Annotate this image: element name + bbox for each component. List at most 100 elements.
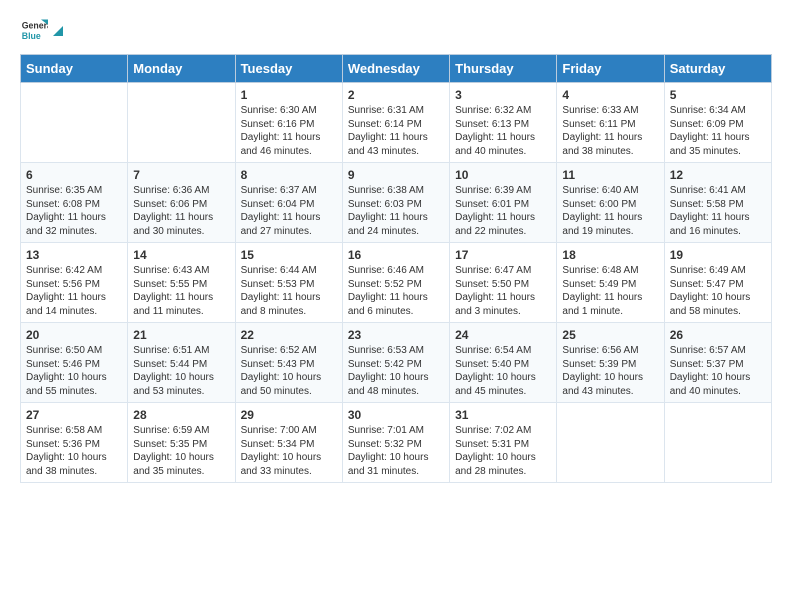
day-cell: 11 Sunrise: 6:40 AMSunset: 6:00 PMDayligh…	[557, 163, 664, 243]
day-info: Sunrise: 7:01 AMSunset: 5:32 PMDaylight:…	[348, 424, 444, 478]
day-cell: 1 Sunrise: 6:30 AMSunset: 6:16 PMDaylight…	[235, 83, 342, 163]
day-info: Sunrise: 6:54 AMSunset: 5:40 PMDaylight:…	[455, 344, 551, 398]
day-info: Sunrise: 6:33 AMSunset: 6:11 PMDaylight:…	[562, 104, 658, 158]
header: General Blue	[20, 16, 772, 44]
day-cell: 4 Sunrise: 6:33 AMSunset: 6:11 PMDaylight…	[557, 83, 664, 163]
day-number: 14	[133, 248, 229, 262]
day-number: 24	[455, 328, 551, 342]
day-cell: 17Sunrise: 6:47 AMSunset: 5:50 PMDayligh…	[450, 243, 557, 323]
day-number: 12	[670, 168, 766, 182]
day-cell: 6 Sunrise: 6:35 AMSunset: 6:08 PMDaylight…	[21, 163, 128, 243]
weekday-header-monday: Monday	[128, 55, 235, 83]
day-number: 6	[26, 168, 122, 182]
weekday-header-wednesday: Wednesday	[342, 55, 449, 83]
day-info: Sunrise: 6:40 AMSunset: 6:00 PMDaylight:…	[562, 184, 658, 238]
day-info: Sunrise: 6:34 AMSunset: 6:09 PMDaylight:…	[670, 104, 766, 158]
day-info: Sunrise: 7:00 AMSunset: 5:34 PMDaylight:…	[241, 424, 337, 478]
day-cell: 12 Sunrise: 6:41 AMSunset: 5:58 PMDayligh…	[664, 163, 771, 243]
day-info: Sunrise: 6:48 AMSunset: 5:49 PMDaylight:…	[562, 264, 658, 318]
day-cell: 7Sunrise: 6:36 AMSunset: 6:06 PMDaylight…	[128, 163, 235, 243]
day-number: 3	[455, 88, 551, 102]
day-cell: 22Sunrise: 6:52 AMSunset: 5:43 PMDayligh…	[235, 323, 342, 403]
day-cell: 10 Sunrise: 6:39 AMSunset: 6:01 PMDayligh…	[450, 163, 557, 243]
day-cell: 20Sunrise: 6:50 AMSunset: 5:46 PMDayligh…	[21, 323, 128, 403]
day-number: 22	[241, 328, 337, 342]
day-info: Sunrise: 7:02 AMSunset: 5:31 PMDaylight:…	[455, 424, 551, 478]
day-cell	[128, 83, 235, 163]
day-number: 29	[241, 408, 337, 422]
day-number: 16	[348, 248, 444, 262]
day-cell: 13 Sunrise: 6:42 AMSunset: 5:56 PMDayligh…	[21, 243, 128, 323]
day-info: Sunrise: 6:53 AMSunset: 5:42 PMDaylight:…	[348, 344, 444, 398]
day-info: Sunrise: 6:41 AMSunset: 5:58 PMDaylight:…	[670, 184, 766, 238]
day-info: Sunrise: 6:31 AMSunset: 6:14 PMDaylight:…	[348, 104, 444, 158]
day-cell: 21 Sunrise: 6:51 AMSunset: 5:44 PMDayligh…	[128, 323, 235, 403]
day-cell: 8Sunrise: 6:37 AMSunset: 6:04 PMDaylight…	[235, 163, 342, 243]
day-cell: 9 Sunrise: 6:38 AMSunset: 6:03 PMDaylight…	[342, 163, 449, 243]
day-info: Sunrise: 6:35 AMSunset: 6:08 PMDaylight:…	[26, 184, 122, 238]
day-info: Sunrise: 6:37 AMSunset: 6:04 PMDaylight:…	[241, 184, 337, 238]
day-info: Sunrise: 6:51 AMSunset: 5:44 PMDaylight:…	[133, 344, 229, 398]
day-cell: 18 Sunrise: 6:48 AMSunset: 5:49 PMDayligh…	[557, 243, 664, 323]
day-cell: 25 Sunrise: 6:56 AMSunset: 5:39 PMDayligh…	[557, 323, 664, 403]
day-cell	[664, 403, 771, 483]
week-row-1: 1 Sunrise: 6:30 AMSunset: 6:16 PMDaylight…	[21, 83, 772, 163]
weekday-header-saturday: Saturday	[664, 55, 771, 83]
day-number: 11	[562, 168, 658, 182]
weekday-header-row: SundayMondayTuesdayWednesdayThursdayFrid…	[21, 55, 772, 83]
day-cell: 16Sunrise: 6:46 AMSunset: 5:52 PMDayligh…	[342, 243, 449, 323]
day-number: 19	[670, 248, 766, 262]
logo: General Blue	[20, 16, 65, 44]
weekday-header-sunday: Sunday	[21, 55, 128, 83]
week-row-5: 27 Sunrise: 6:58 AMSunset: 5:36 PMDayligh…	[21, 403, 772, 483]
day-number: 28	[133, 408, 229, 422]
day-info: Sunrise: 6:57 AMSunset: 5:37 PMDaylight:…	[670, 344, 766, 398]
day-info: Sunrise: 6:58 AMSunset: 5:36 PMDaylight:…	[26, 424, 122, 478]
day-info: Sunrise: 6:44 AMSunset: 5:53 PMDaylight:…	[241, 264, 337, 318]
day-number: 23	[348, 328, 444, 342]
weekday-header-thursday: Thursday	[450, 55, 557, 83]
day-number: 26	[670, 328, 766, 342]
day-info: Sunrise: 6:49 AMSunset: 5:47 PMDaylight:…	[670, 264, 766, 318]
day-number: 13	[26, 248, 122, 262]
day-cell: 5 Sunrise: 6:34 AMSunset: 6:09 PMDaylight…	[664, 83, 771, 163]
day-number: 25	[562, 328, 658, 342]
day-info: Sunrise: 6:43 AMSunset: 5:55 PMDaylight:…	[133, 264, 229, 318]
week-row-3: 13 Sunrise: 6:42 AMSunset: 5:56 PMDayligh…	[21, 243, 772, 323]
day-number: 18	[562, 248, 658, 262]
day-cell: 2 Sunrise: 6:31 AMSunset: 6:14 PMDaylight…	[342, 83, 449, 163]
day-cell: 3 Sunrise: 6:32 AMSunset: 6:13 PMDaylight…	[450, 83, 557, 163]
week-row-4: 20Sunrise: 6:50 AMSunset: 5:46 PMDayligh…	[21, 323, 772, 403]
day-info: Sunrise: 6:32 AMSunset: 6:13 PMDaylight:…	[455, 104, 551, 158]
logo-triangle-icon	[51, 24, 65, 38]
day-number: 5	[670, 88, 766, 102]
day-info: Sunrise: 6:36 AMSunset: 6:06 PMDaylight:…	[133, 184, 229, 238]
day-number: 10	[455, 168, 551, 182]
logo-icon: General Blue	[20, 16, 48, 44]
day-cell: 30Sunrise: 7:01 AMSunset: 5:32 PMDayligh…	[342, 403, 449, 483]
day-number: 31	[455, 408, 551, 422]
day-number: 2	[348, 88, 444, 102]
day-cell: 28 Sunrise: 6:59 AMSunset: 5:35 PMDayligh…	[128, 403, 235, 483]
day-info: Sunrise: 6:39 AMSunset: 6:01 PMDaylight:…	[455, 184, 551, 238]
day-number: 17	[455, 248, 551, 262]
day-number: 21	[133, 328, 229, 342]
day-info: Sunrise: 6:38 AMSunset: 6:03 PMDaylight:…	[348, 184, 444, 238]
day-number: 9	[348, 168, 444, 182]
day-info: Sunrise: 6:56 AMSunset: 5:39 PMDaylight:…	[562, 344, 658, 398]
day-cell: 31 Sunrise: 7:02 AMSunset: 5:31 PMDayligh…	[450, 403, 557, 483]
svg-text:Blue: Blue	[22, 31, 41, 41]
day-info: Sunrise: 6:50 AMSunset: 5:46 PMDaylight:…	[26, 344, 122, 398]
day-number: 1	[241, 88, 337, 102]
day-info: Sunrise: 6:42 AMSunset: 5:56 PMDaylight:…	[26, 264, 122, 318]
day-info: Sunrise: 6:59 AMSunset: 5:35 PMDaylight:…	[133, 424, 229, 478]
day-cell: 24 Sunrise: 6:54 AMSunset: 5:40 PMDayligh…	[450, 323, 557, 403]
day-number: 4	[562, 88, 658, 102]
weekday-header-friday: Friday	[557, 55, 664, 83]
weekday-header-tuesday: Tuesday	[235, 55, 342, 83]
day-info: Sunrise: 6:30 AMSunset: 6:16 PMDaylight:…	[241, 104, 337, 158]
day-cell: 29 Sunrise: 7:00 AMSunset: 5:34 PMDayligh…	[235, 403, 342, 483]
day-number: 27	[26, 408, 122, 422]
day-cell: 14 Sunrise: 6:43 AMSunset: 5:55 PMDayligh…	[128, 243, 235, 323]
day-cell	[21, 83, 128, 163]
